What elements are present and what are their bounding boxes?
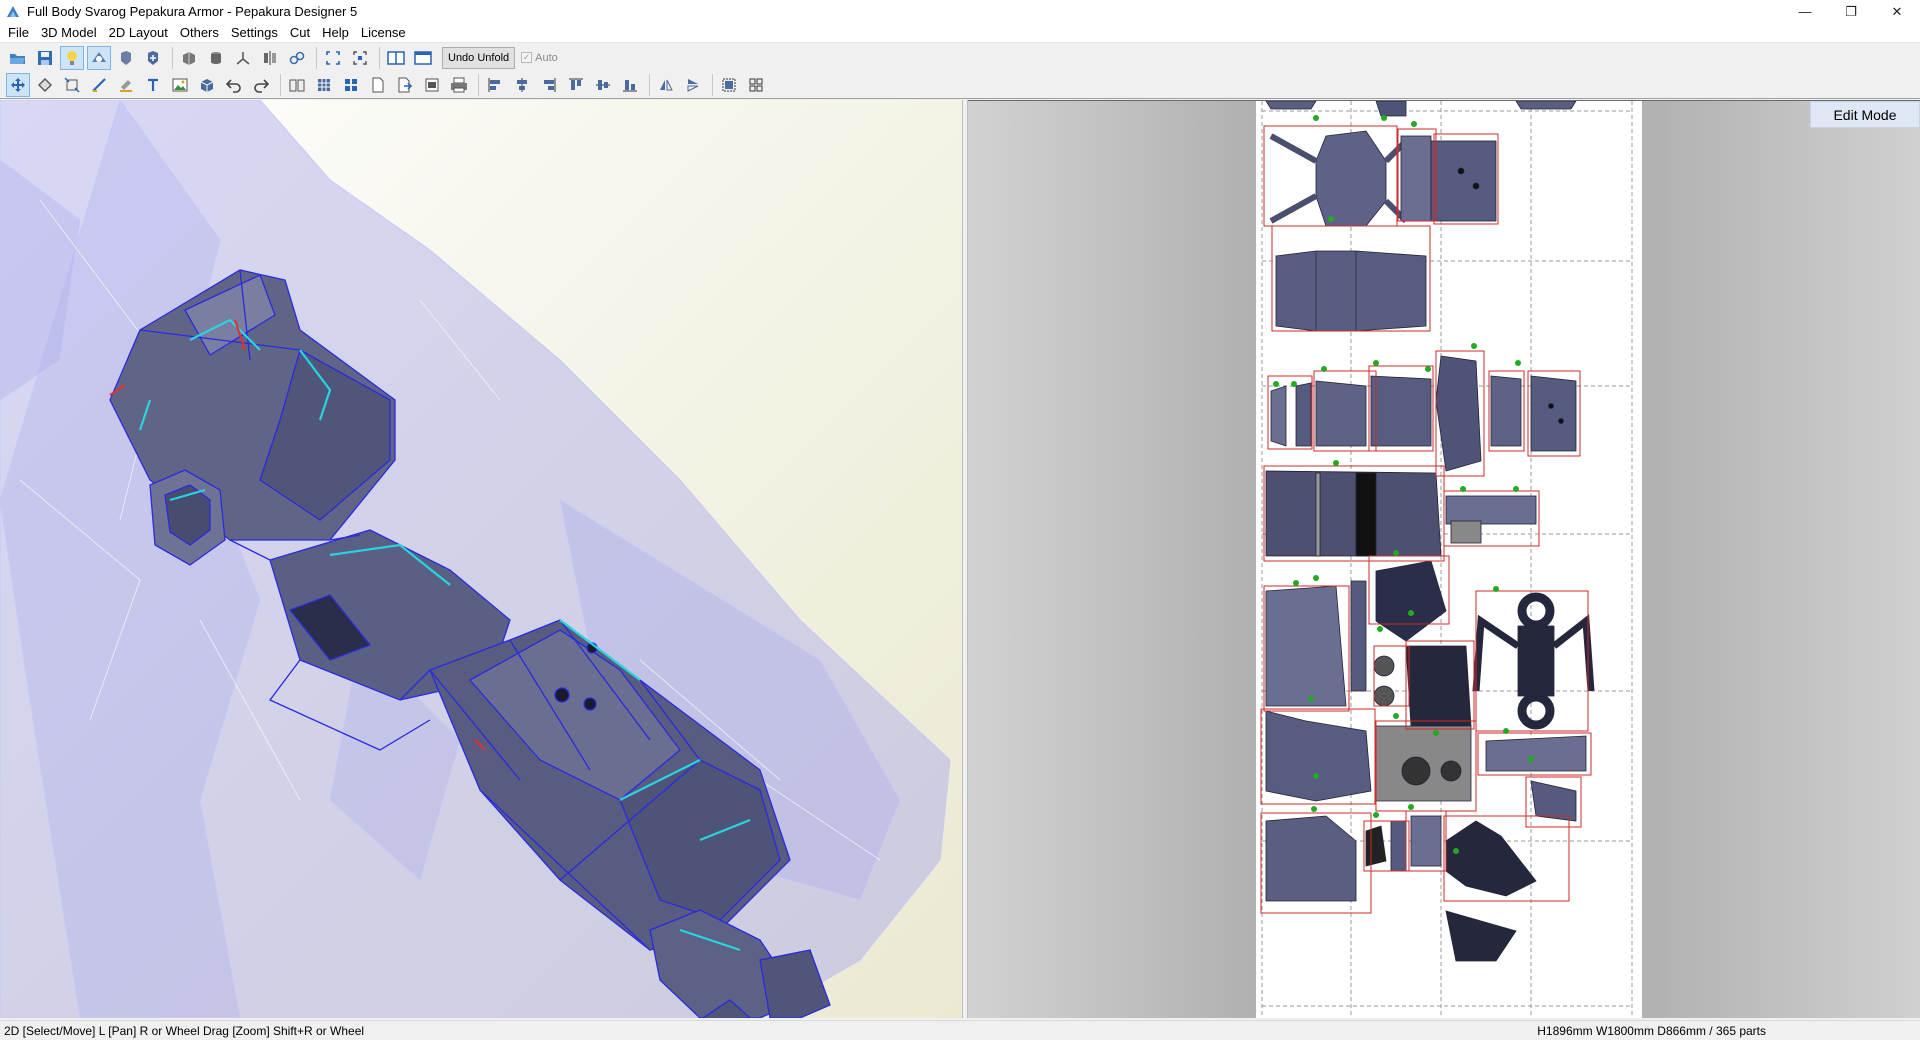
menu-license[interactable]: License (355, 25, 412, 40)
group-icon[interactable] (717, 73, 741, 97)
edit-toolbar (0, 72, 1920, 99)
scale-icon[interactable] (60, 73, 84, 97)
minimize-button[interactable]: — (1782, 0, 1828, 23)
link-icon[interactable] (285, 46, 309, 70)
auto-checkbox-box[interactable]: ✓ (521, 52, 533, 63)
edit-mode-label[interactable]: Edit Mode (1810, 101, 1920, 128)
menu-2d-layout[interactable]: 2D Layout (103, 25, 174, 40)
close-button[interactable]: ✕ (1874, 0, 1920, 23)
image-icon[interactable] (168, 73, 192, 97)
align-top-icon[interactable] (564, 73, 588, 97)
2d-view[interactable]: Edit Mode (968, 100, 1920, 1018)
paper-sheet (1256, 101, 1642, 1018)
single-view-icon[interactable] (411, 46, 435, 70)
align-center-icon[interactable] (510, 73, 534, 97)
menu-file[interactable]: File (6, 25, 35, 40)
join-icon[interactable] (33, 73, 57, 97)
main-toolbar: Undo Unfold ✓ Auto (0, 44, 1920, 71)
grid-icon[interactable] (312, 73, 336, 97)
texture-icon[interactable] (177, 46, 201, 70)
menu-settings[interactable]: Settings (225, 25, 284, 40)
3d-model-render[interactable] (0, 100, 962, 1018)
title-bar: Full Body Svarog Pepakura Armor - Pepaku… (0, 0, 1920, 23)
menu-bar: File 3D Model 2D Layout Others Settings … (0, 23, 1920, 43)
restore-button[interactable]: ❐ (1828, 0, 1874, 23)
pan-3d-icon[interactable] (141, 46, 165, 70)
2d-layout-parts[interactable] (1256, 101, 1642, 1018)
status-model-info: H1896mm W1800mm D866mm / 365 parts (1537, 1023, 1766, 1038)
undo-icon[interactable] (222, 73, 246, 97)
mirror-icon[interactable] (258, 46, 282, 70)
undo-unfold-button[interactable]: Undo Unfold (442, 46, 516, 69)
window-title: Full Body Svarog Pepakura Armor - Pepaku… (27, 4, 358, 19)
pepakura-app-icon (7, 5, 19, 17)
unfold-mode-icon[interactable] (87, 45, 111, 70)
menu-help[interactable]: Help (316, 25, 355, 40)
book-icon[interactable] (285, 73, 309, 97)
redo-icon[interactable] (249, 73, 273, 97)
text-icon[interactable] (141, 73, 165, 97)
flip-h-icon[interactable] (654, 73, 678, 97)
page-icon[interactable] (366, 73, 390, 97)
split-view-icon[interactable] (384, 46, 408, 70)
fit-icon[interactable] (321, 46, 345, 70)
flip-v-icon[interactable] (681, 73, 705, 97)
print-icon[interactable] (447, 73, 471, 97)
auto-checkbox-label: Auto (535, 51, 558, 64)
align-middle-icon[interactable] (591, 73, 615, 97)
3d-view[interactable] (0, 100, 962, 1018)
select-move-icon[interactable] (6, 73, 30, 97)
export-icon[interactable] (393, 73, 417, 97)
status-bar: 2D [Select/Move] L [Pan] R or Wheel Drag… (0, 1020, 1920, 1040)
save-icon[interactable] (33, 46, 57, 70)
align-left-icon[interactable] (483, 73, 507, 97)
menu-3d-model[interactable]: 3D Model (35, 25, 103, 40)
rotate-icon[interactable] (114, 46, 138, 70)
menu-cut[interactable]: Cut (284, 25, 316, 40)
align-bottom-icon[interactable] (618, 73, 642, 97)
box-icon[interactable] (195, 73, 219, 97)
zoom-extent-icon[interactable] (348, 46, 372, 70)
open-icon[interactable] (6, 46, 30, 70)
menu-others[interactable]: Others (174, 25, 225, 40)
cylinder-icon[interactable] (204, 46, 228, 70)
print-preview-icon[interactable] (420, 73, 444, 97)
paint-icon[interactable] (114, 73, 138, 97)
status-hint: 2D [Select/Move] L [Pan] R or Wheel Drag… (4, 1023, 365, 1038)
line-icon[interactable] (87, 73, 111, 97)
auto-checkbox[interactable]: ✓ Auto (521, 52, 558, 64)
light-bulb-icon[interactable] (60, 45, 84, 70)
arrange-icon[interactable] (744, 73, 768, 97)
align-right-icon[interactable] (537, 73, 561, 97)
layout-icon[interactable] (339, 73, 363, 97)
axis-icon[interactable] (231, 46, 255, 70)
